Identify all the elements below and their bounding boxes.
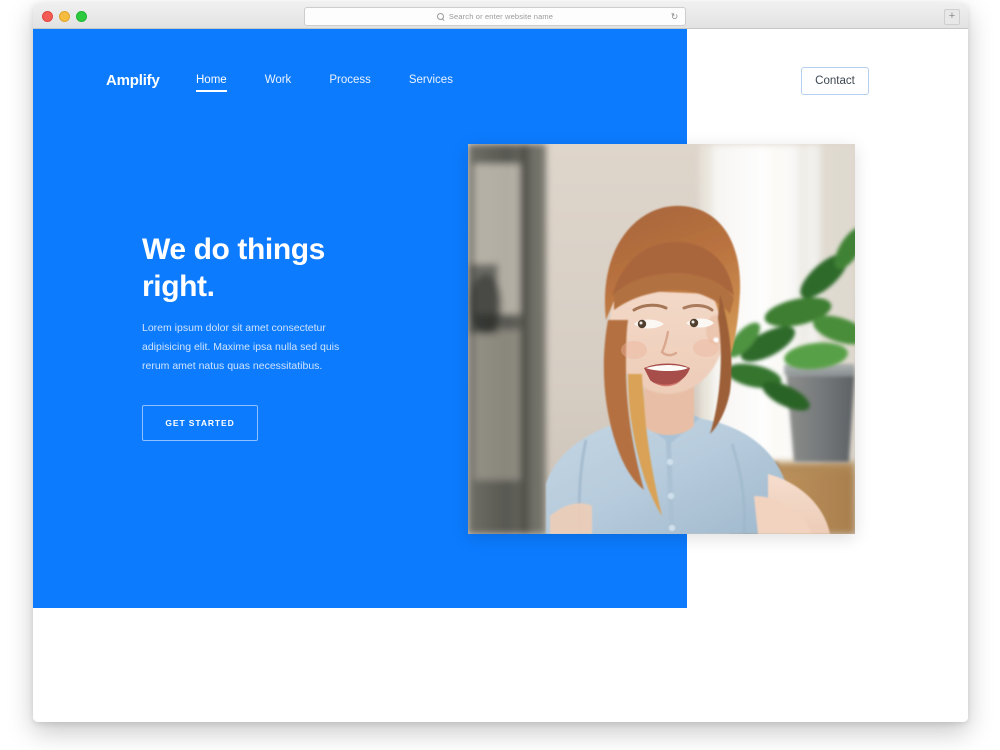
browser-window: Search or enter website name ↻ + Amplify…	[33, 3, 968, 722]
hero-subtext: Lorem ipsum dolor sit amet consectetur a…	[142, 322, 340, 372]
nav-link-work[interactable]: Work	[265, 74, 292, 92]
reload-icon[interactable]: ↻	[670, 12, 679, 21]
page-footer-space	[33, 608, 968, 722]
hero-photo	[468, 144, 855, 534]
nav-link-services[interactable]: Services	[409, 74, 453, 92]
hero-copy: We do things right. Lorem ipsum dolor si…	[142, 231, 392, 441]
contact-button[interactable]: Contact	[801, 67, 869, 95]
site-navigation: Amplify Home Work Process Services Conta…	[33, 29, 968, 104]
minimize-window-button[interactable]	[59, 11, 70, 22]
hero-heading: We do things right.	[142, 233, 325, 303]
new-tab-button[interactable]: +	[944, 9, 960, 25]
page-viewport: Amplify Home Work Process Services Conta…	[33, 29, 968, 722]
nav-link-process[interactable]: Process	[329, 74, 371, 92]
close-window-button[interactable]	[42, 11, 53, 22]
window-controls	[42, 11, 87, 22]
address-bar[interactable]: Search or enter website name ↻	[304, 7, 686, 26]
maximize-window-button[interactable]	[76, 11, 87, 22]
brand-logo[interactable]: Amplify	[106, 72, 160, 89]
address-bar-content: Search or enter website name	[436, 12, 553, 21]
nav-link-home[interactable]: Home	[196, 74, 227, 92]
search-icon	[436, 12, 445, 21]
hero-photo-illustration	[468, 144, 855, 534]
browser-titlebar: Search or enter website name ↻ +	[33, 3, 968, 29]
address-input[interactable]: Search or enter website name	[449, 12, 553, 21]
get-started-button[interactable]: GET STARTED	[142, 405, 258, 441]
nav-links: Home Work Process Services	[196, 74, 453, 92]
